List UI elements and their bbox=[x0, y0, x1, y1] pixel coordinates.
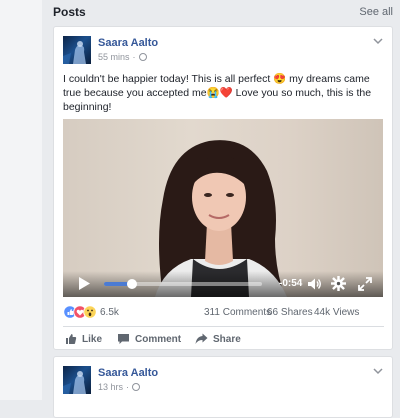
globe-icon bbox=[132, 383, 141, 391]
reaction-icons[interactable] bbox=[63, 305, 97, 319]
gear-icon[interactable] bbox=[331, 276, 346, 291]
avatar[interactable] bbox=[63, 36, 91, 64]
comment-icon bbox=[118, 334, 129, 344]
reaction-count[interactable]: 6.5k bbox=[100, 307, 119, 318]
post-action-bar: Like Comment Share bbox=[63, 330, 384, 348]
comment-label: Comment bbox=[135, 333, 182, 345]
post-card: Saara Aalto 55 mins · I couldn't be happ… bbox=[53, 26, 393, 350]
post-timestamp[interactable]: 13 hrs bbox=[98, 382, 123, 392]
posts-panel: Posts See all Saara Aalto 55 mins · I co… bbox=[53, 0, 395, 418]
shares-count[interactable]: 66 Shares bbox=[267, 307, 313, 318]
play-icon[interactable] bbox=[78, 277, 90, 290]
post-author[interactable]: Saara Aalto bbox=[98, 37, 158, 49]
views-count: 44k Views bbox=[314, 307, 360, 318]
post-card: Saara Aalto 13 hrs · bbox=[53, 356, 393, 418]
posts-title: Posts bbox=[53, 5, 86, 19]
video-progress-bar[interactable] bbox=[104, 279, 262, 289]
video-scrubber-handle[interactable] bbox=[127, 279, 138, 289]
share-label: Share bbox=[213, 333, 241, 345]
left-sidebar-edge bbox=[0, 0, 42, 400]
video-time-remaining: -0:54 bbox=[279, 278, 303, 289]
comments-count[interactable]: 311 Comments bbox=[204, 307, 271, 318]
chevron-down-icon[interactable] bbox=[372, 365, 384, 377]
post-stats: 6.5k 311 Comments 66 Shares 44k Views bbox=[63, 305, 388, 319]
globe-icon bbox=[138, 53, 147, 61]
see-all-link[interactable]: See all bbox=[359, 6, 393, 18]
post-text: I couldn't be happier today! This is all… bbox=[63, 73, 372, 113]
post-meta: 13 hrs · bbox=[98, 382, 141, 392]
comment-button[interactable]: Comment bbox=[117, 330, 181, 348]
post-timestamp[interactable]: 55 mins bbox=[98, 52, 130, 62]
volume-icon[interactable] bbox=[307, 277, 321, 291]
divider bbox=[63, 326, 384, 327]
video-controls: -0:54 bbox=[63, 271, 383, 297]
avatar[interactable] bbox=[63, 366, 91, 394]
thumbs-up-icon bbox=[66, 334, 77, 344]
chevron-down-icon[interactable] bbox=[372, 35, 384, 47]
post-author[interactable]: Saara Aalto bbox=[98, 367, 158, 379]
posts-header: Posts See all bbox=[53, 0, 395, 24]
like-button[interactable]: Like bbox=[65, 330, 102, 348]
meta-separator: · bbox=[132, 52, 136, 62]
meta-separator: · bbox=[126, 382, 130, 392]
post-meta: 55 mins · bbox=[98, 52, 147, 62]
share-button[interactable]: Share bbox=[195, 330, 241, 348]
video-player[interactable]: -0:54 bbox=[63, 119, 383, 297]
share-arrow-icon bbox=[195, 333, 208, 344]
fullscreen-icon[interactable] bbox=[358, 277, 372, 291]
like-label: Like bbox=[82, 333, 103, 345]
